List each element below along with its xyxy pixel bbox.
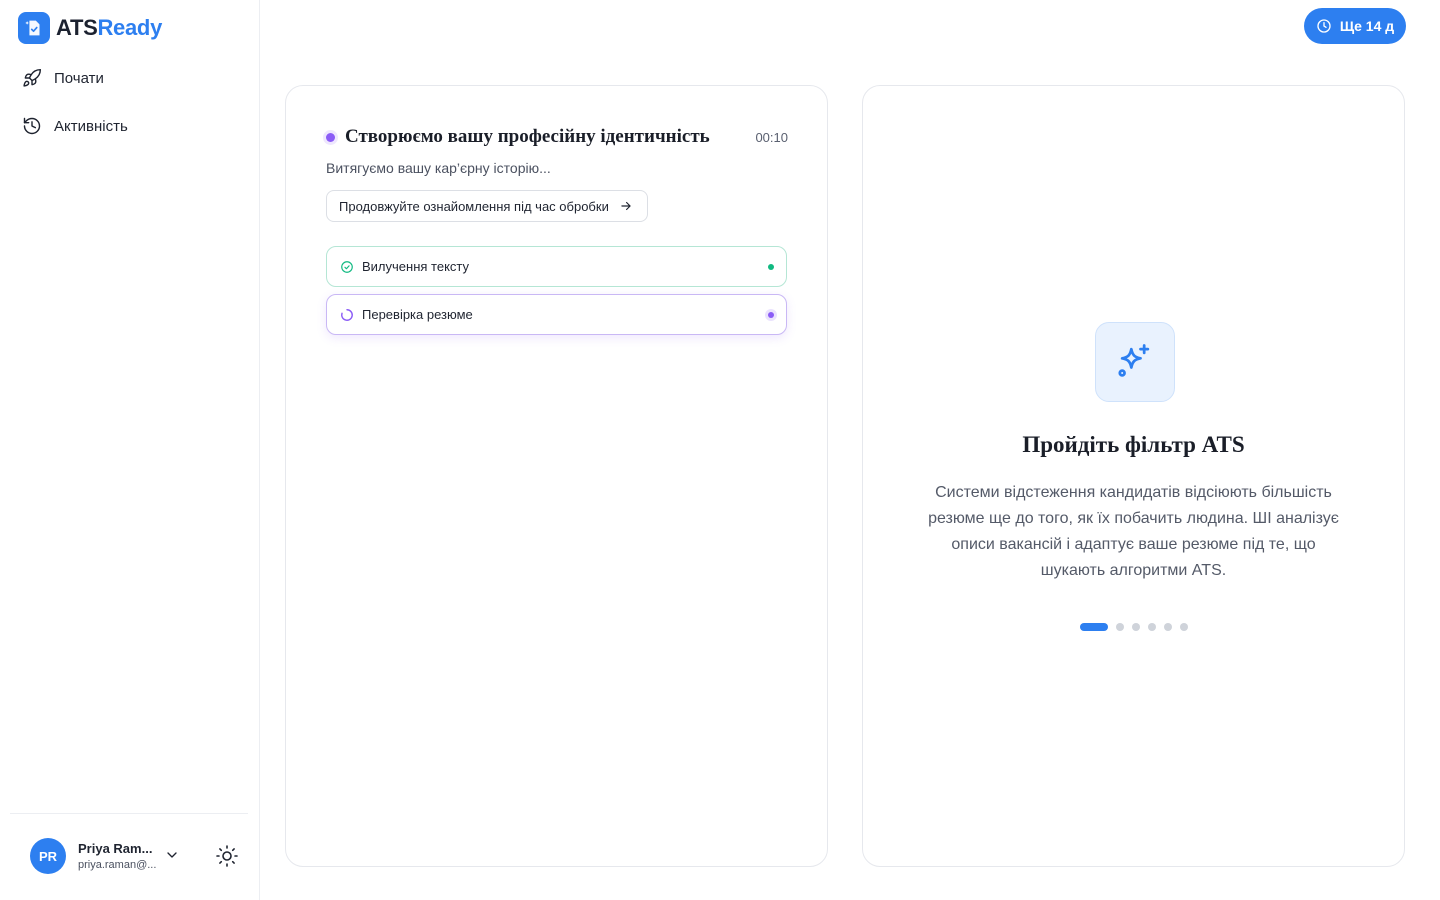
step-status-dot xyxy=(768,312,774,318)
logo-icon xyxy=(18,12,50,44)
processing-header: Створюємо вашу професійну ідентичність 0… xyxy=(326,124,788,150)
processing-timer: 00:10 xyxy=(755,130,788,145)
app-logo[interactable]: ATSReady xyxy=(18,12,162,44)
sidebar: ATSReady Почати Активність PR Priya Ram.… xyxy=(0,0,260,900)
continue-browsing-button[interactable]: Продовжуйте ознайомлення під час обробки xyxy=(326,190,648,222)
sidebar-item-label: Почати xyxy=(54,69,104,87)
carousel-dot[interactable] xyxy=(1179,623,1188,631)
step-label: Перевірка резюме xyxy=(362,307,473,322)
sidebar-item-start[interactable]: Почати xyxy=(10,58,250,98)
feature-title: Пройдіть фільтр ATS xyxy=(1022,432,1245,457)
step-label: Вилучення тексту xyxy=(362,259,470,274)
logo-text: ATSReady xyxy=(56,15,162,41)
continue-browsing-label: Продовжуйте ознайомлення під час обробки xyxy=(339,198,609,214)
carousel-dot[interactable] xyxy=(1115,623,1124,631)
sidebar-item-label: Активність xyxy=(54,117,128,135)
sidebar-divider xyxy=(10,813,248,814)
feature-carousel-card: Пройдіть фільтр ATS Системи відстеження … xyxy=(862,85,1405,867)
chevron-down-icon[interactable] xyxy=(164,847,180,863)
trial-label: Ще 14 д xyxy=(1339,18,1395,34)
user-name: Priya Ram... xyxy=(78,841,153,856)
step-extract-text: Вилучення тексту xyxy=(326,246,787,287)
status-indicator xyxy=(326,132,335,142)
carousel-dot[interactable] xyxy=(1147,623,1156,631)
user-profile[interactable]: PR Priya Ram... priya.raman@... xyxy=(30,838,156,874)
processing-card: Створюємо вашу професійну ідентичність 0… xyxy=(285,85,828,867)
sidebar-nav: Почати Активність xyxy=(10,58,250,154)
user-email: priya.raman@... xyxy=(78,859,156,871)
clock-icon xyxy=(1317,19,1331,33)
sparkles-icon xyxy=(1118,344,1150,377)
carousel-dot[interactable] xyxy=(1163,623,1172,631)
sun-icon[interactable] xyxy=(215,844,239,868)
user-info: Priya Ram... priya.raman@... xyxy=(78,841,156,871)
processing-subtitle: Витягуємо вашу кар’єрну історію... xyxy=(326,160,551,176)
spinner-icon xyxy=(341,308,353,321)
feature-icon-box xyxy=(1095,322,1175,402)
carousel-pagination xyxy=(863,623,1404,631)
arrow-right-icon xyxy=(621,201,631,211)
check-circle-icon xyxy=(341,260,353,273)
sidebar-item-activity[interactable]: Активність xyxy=(10,106,250,146)
logo-text-ats: ATS xyxy=(56,15,98,40)
processing-title: Створюємо вашу професійну ідентичність xyxy=(345,126,710,147)
avatar: PR xyxy=(30,838,66,874)
history-icon xyxy=(23,117,41,135)
logo-text-ready: Ready xyxy=(97,15,163,40)
trial-badge[interactable]: Ще 14 д xyxy=(1304,8,1406,44)
step-status-dot xyxy=(768,264,774,270)
carousel-dot[interactable] xyxy=(1131,623,1140,631)
rocket-icon xyxy=(23,68,42,87)
carousel-dot[interactable] xyxy=(1079,623,1108,631)
feature-description: Системи відстеження кандидатів відсіюють… xyxy=(928,484,1339,579)
step-check-resume: Перевірка резюме xyxy=(326,294,787,335)
